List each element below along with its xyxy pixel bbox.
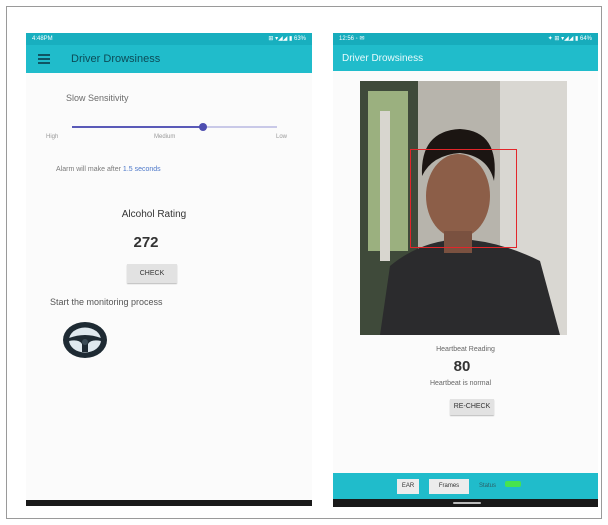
home-pill[interactable] bbox=[453, 502, 481, 504]
recheck-button[interactable]: RE-CHECK bbox=[450, 399, 494, 415]
alarm-prefix: Alarm will make after bbox=[56, 166, 121, 173]
alarm-delay-value: 1.5 seconds bbox=[122, 166, 161, 173]
slider-thumb[interactable] bbox=[199, 123, 208, 131]
status-time: 12:56 ◦ ✉ bbox=[339, 36, 365, 42]
alcohol-rating-value: 272 bbox=[133, 234, 159, 251]
alarm-delay-text: Alarm will make after 1.5 seconds bbox=[56, 166, 161, 173]
slider-tick-medium: Medium bbox=[154, 134, 176, 140]
app-title: Driver Drowsiness bbox=[71, 53, 161, 65]
left-navigation-bar bbox=[26, 500, 312, 506]
bottom-status-bar: EAR Frames Status bbox=[333, 473, 598, 499]
status-bar: 4:48PM ⊞ ▾◢◢ ▮ 63% bbox=[26, 33, 312, 45]
left-phone-screen: 4:48PM ⊞ ▾◢◢ ▮ 63% Driver Drowsiness Slo… bbox=[26, 33, 312, 505]
status-bar: 12:56 ◦ ✉ ✦ ⊞ ▾◢◢ ▮ 64% bbox=[333, 33, 598, 45]
ear-button[interactable]: EAR bbox=[397, 479, 419, 494]
status-icons: ✦ ⊞ ▾◢◢ ▮ 64% bbox=[547, 36, 592, 42]
slider-tick-low: Low bbox=[276, 134, 288, 140]
sensitivity-slider[interactable] bbox=[72, 123, 277, 131]
sensitivity-label: Slow Sensitivity bbox=[66, 93, 129, 103]
hamburger-menu-icon[interactable] bbox=[38, 54, 50, 64]
face-detection-box bbox=[410, 149, 517, 248]
alcohol-rating-label: Alcohol Rating bbox=[121, 209, 187, 220]
app-title: Driver Drowsiness bbox=[342, 53, 424, 64]
right-phone-screen: 12:56 ◦ ✉ ✦ ⊞ ▾◢◢ ▮ 64% Driver Drowsines… bbox=[333, 33, 598, 505]
status-time: 4:48PM bbox=[32, 36, 53, 42]
heartbeat-value: 80 bbox=[453, 358, 471, 375]
check-button[interactable]: CHECK bbox=[127, 264, 177, 283]
status-icons: ⊞ ▾◢◢ ▮ 63% bbox=[268, 36, 306, 42]
heartbeat-status: Heartbeat is normal bbox=[429, 380, 492, 387]
heartbeat-label: Heartbeat Reading bbox=[436, 346, 495, 353]
app-bar: Driver Drowsiness bbox=[333, 45, 598, 71]
app-bar: Driver Drowsiness bbox=[26, 45, 312, 73]
camera-preview bbox=[360, 81, 567, 335]
frames-button[interactable]: Frames bbox=[429, 479, 469, 494]
status-indicator bbox=[505, 481, 521, 487]
slider-fill bbox=[72, 126, 204, 128]
steering-wheel-icon[interactable] bbox=[61, 320, 109, 360]
start-monitoring-label: Start the monitoring process bbox=[50, 297, 163, 307]
slider-tick-high: High bbox=[46, 134, 59, 140]
status-label: Status bbox=[479, 483, 497, 489]
right-navigation-bar bbox=[333, 499, 598, 507]
